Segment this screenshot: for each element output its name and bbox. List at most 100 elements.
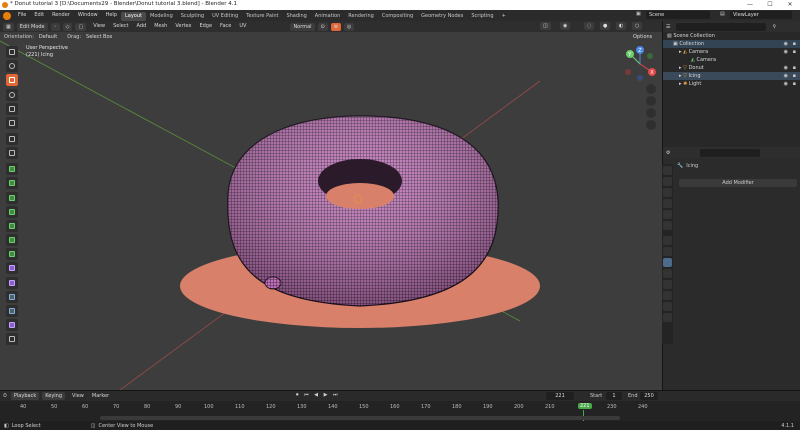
visibility-eye-icon[interactable]: ◉ bbox=[784, 40, 788, 48]
edge-select-icon[interactable]: ◇ bbox=[62, 22, 73, 31]
viewport-menu-uv[interactable]: UV bbox=[235, 21, 250, 32]
menu-window[interactable]: Window bbox=[74, 10, 102, 21]
navigation-gizmo[interactable]: X Y Z bbox=[622, 46, 658, 82]
shading-solid-icon[interactable]: ● bbox=[600, 22, 611, 30]
tab-particles-icon[interactable] bbox=[663, 269, 672, 278]
icing-drip[interactable] bbox=[264, 276, 282, 290]
viewport-menu-edge[interactable]: Edge bbox=[195, 21, 216, 32]
3d-viewport[interactable] bbox=[0, 21, 662, 390]
viewport-menu-add[interactable]: Add bbox=[133, 21, 151, 32]
drag-dropdown[interactable]: Select Box bbox=[83, 33, 116, 41]
mode-dropdown[interactable]: Edit Mode bbox=[16, 22, 48, 31]
tab-modeling[interactable]: Modeling bbox=[146, 12, 177, 21]
minimize-button[interactable]: — bbox=[740, 0, 760, 10]
menu-file[interactable]: File bbox=[14, 10, 30, 21]
options-dropdown[interactable]: Options bbox=[630, 33, 656, 41]
render-camera-icon[interactable]: ▪ bbox=[793, 40, 796, 48]
menu-help[interactable]: Help bbox=[102, 10, 121, 21]
proportional-edit-icon[interactable]: ◎ bbox=[343, 22, 355, 31]
xray-icon[interactable]: ◫ bbox=[540, 22, 551, 30]
tab-geometry-nodes[interactable]: Geometry Nodes bbox=[417, 12, 467, 21]
render-camera-icon[interactable]: ▪ bbox=[793, 48, 796, 56]
blender-menu-icon[interactable] bbox=[3, 11, 11, 20]
tool-measure[interactable] bbox=[6, 147, 18, 160]
viewport-canvas[interactable] bbox=[0, 21, 662, 390]
add-modifier-button[interactable]: Add Modifier bbox=[679, 179, 797, 187]
menu-render[interactable]: Render bbox=[48, 10, 74, 21]
viewport-menu-mesh[interactable]: Mesh bbox=[150, 21, 171, 32]
viewport-menu-select[interactable]: Select bbox=[109, 21, 132, 32]
tab-world-icon[interactable] bbox=[663, 221, 672, 230]
tab-animation[interactable]: Animation bbox=[311, 12, 345, 21]
face-select-icon[interactable]: ▢ bbox=[75, 22, 87, 31]
tab-compositing[interactable]: Compositing bbox=[378, 12, 417, 21]
shading-render-icon[interactable]: ○ bbox=[632, 22, 643, 30]
tab-modifier-icon[interactable] bbox=[663, 258, 672, 267]
outliner-search-input[interactable] bbox=[676, 22, 767, 31]
menu-edit[interactable]: Edit bbox=[30, 10, 48, 21]
tool-rip[interactable] bbox=[6, 333, 18, 346]
tab-shading[interactable]: Shading bbox=[282, 12, 310, 21]
tab-rendering[interactable]: Rendering bbox=[344, 12, 378, 21]
tab-object-icon[interactable] bbox=[663, 247, 672, 256]
tab-uv-editing[interactable]: UV Editing bbox=[208, 12, 242, 21]
tab-collection-icon[interactable] bbox=[663, 236, 672, 245]
scene-field[interactable]: Scene bbox=[646, 11, 710, 19]
overlay-icon[interactable]: ◉ bbox=[560, 22, 571, 30]
tab-sculpting[interactable]: Sculpting bbox=[177, 12, 208, 21]
visibility-eye-icon[interactable]: ◉ bbox=[784, 48, 788, 56]
pivot-icon[interactable]: ⊙ bbox=[317, 22, 328, 31]
tool-cursor[interactable] bbox=[6, 60, 18, 73]
scene-selector-icon[interactable]: ▣ bbox=[636, 11, 641, 17]
orientation-dropdown[interactable]: Default bbox=[35, 33, 61, 41]
visibility-eye-icon[interactable]: ◉ bbox=[784, 80, 788, 88]
tab-texture-paint[interactable]: Texture Paint bbox=[242, 12, 282, 21]
viewport-menu-face[interactable]: Face bbox=[216, 21, 235, 32]
tab-scripting[interactable]: Scripting bbox=[467, 12, 497, 21]
viewport-menu-vertex[interactable]: Vertex bbox=[171, 21, 195, 32]
visibility-eye-icon[interactable]: ◉ bbox=[784, 64, 788, 72]
render-camera-icon[interactable]: ▪ bbox=[793, 64, 796, 72]
tool-knife[interactable] bbox=[6, 234, 18, 247]
properties-search-input[interactable] bbox=[700, 148, 761, 157]
transform-orientation-dropdown[interactable]: Normal bbox=[290, 22, 315, 31]
outliner-row-camera-data[interactable]: ◭ Camera bbox=[663, 56, 800, 64]
viewlayer-icon[interactable]: ▤ bbox=[720, 11, 725, 17]
tool-select-box[interactable] bbox=[6, 46, 18, 58]
tool-extrude[interactable] bbox=[6, 177, 18, 190]
tool-rotate[interactable] bbox=[6, 88, 18, 101]
filter-icon[interactable]: ⚲ bbox=[772, 24, 776, 30]
camera-view-icon[interactable] bbox=[646, 108, 656, 118]
add-workspace-button[interactable]: + bbox=[498, 12, 510, 21]
editor-type-icon[interactable]: ▦ bbox=[3, 22, 14, 31]
properties-editor-icon[interactable]: ⚙ bbox=[666, 150, 670, 156]
tab-data-icon[interactable] bbox=[663, 302, 672, 311]
tool-transform[interactable] bbox=[6, 116, 18, 129]
viewlayer-field[interactable]: ViewLayer bbox=[730, 11, 792, 19]
tab-physics-icon[interactable] bbox=[663, 280, 672, 289]
outliner-row-scene-collection[interactable]: ▧ Scene Collection bbox=[663, 32, 800, 40]
shading-wireframe-icon[interactable]: ◌ bbox=[584, 22, 595, 30]
tool-bevel[interactable] bbox=[6, 205, 18, 218]
viewport-menu-view[interactable]: View bbox=[89, 21, 109, 32]
snap-icon[interactable]: ⊕ bbox=[330, 22, 341, 31]
tool-spin[interactable] bbox=[6, 262, 18, 275]
tab-render-icon[interactable] bbox=[663, 177, 672, 186]
tool-annotate[interactable] bbox=[6, 132, 18, 145]
tab-constraints-icon[interactable] bbox=[663, 291, 672, 300]
shading-material-icon[interactable]: ◐ bbox=[616, 22, 627, 30]
maximize-button[interactable]: ☐ bbox=[760, 0, 780, 10]
vertex-select-icon[interactable]: ◦ bbox=[50, 22, 60, 31]
tool-poly-build[interactable] bbox=[6, 248, 18, 261]
tab-material-icon[interactable] bbox=[663, 313, 672, 322]
tab-layout[interactable]: Layout bbox=[121, 11, 146, 21]
close-button[interactable]: ✕ bbox=[780, 0, 800, 10]
tab-output-icon[interactable] bbox=[663, 188, 672, 197]
tool-scale[interactable] bbox=[6, 102, 18, 115]
tool-inset[interactable] bbox=[6, 191, 18, 204]
outliner-row-light[interactable]: ▸ ✺ Light ◉ ▪ bbox=[663, 80, 800, 88]
perspective-toggle-icon[interactable] bbox=[646, 120, 656, 130]
outliner-editor-icon[interactable]: ☰ bbox=[666, 24, 670, 30]
outliner-row-camera[interactable]: ▸ ◭ Camera ◉ ▪ bbox=[663, 48, 800, 56]
tab-view-layer-icon[interactable] bbox=[663, 199, 672, 208]
